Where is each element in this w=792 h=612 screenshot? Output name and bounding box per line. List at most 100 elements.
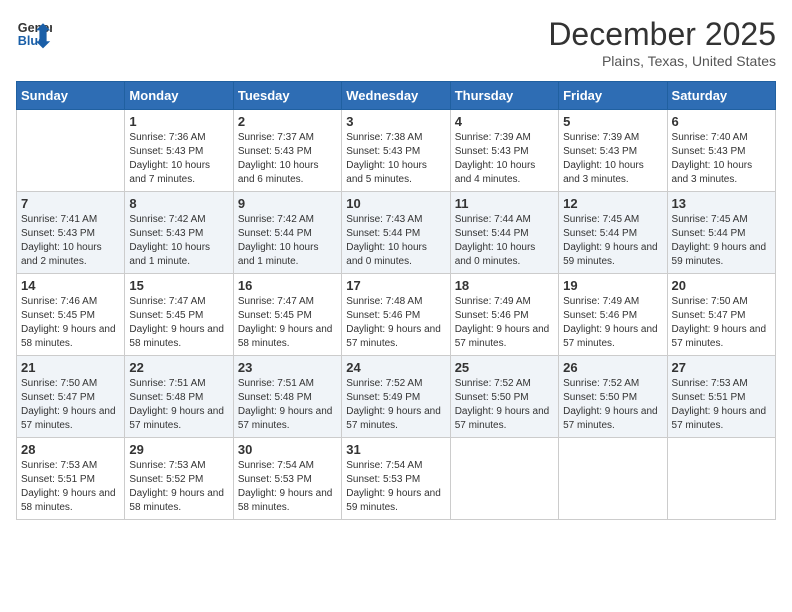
day-number: 7 [21,196,120,211]
calendar-cell: 25 Sunrise: 7:52 AMSunset: 5:50 PMDayligh… [450,356,558,438]
cell-info: Sunrise: 7:45 AMSunset: 5:44 PMDaylight:… [672,213,771,269]
cell-info: Sunrise: 7:36 AMSunset: 5:43 PMDaylight:… [129,131,228,187]
calendar-cell: 4 Sunrise: 7:39 AMSunset: 5:43 PMDaylight… [450,110,558,192]
cell-info: Sunrise: 7:50 AMSunset: 5:47 PMDaylight:… [672,295,771,351]
calendar-cell: 6 Sunrise: 7:40 AMSunset: 5:43 PMDaylight… [667,110,775,192]
cell-info: Sunrise: 7:49 AMSunset: 5:46 PMDaylight:… [563,295,662,351]
cell-info: Sunrise: 7:54 AMSunset: 5:53 PMDaylight:… [346,459,445,515]
calendar-cell: 21Sunrise: 7:50 AMSunset: 5:47 PMDayligh… [17,356,125,438]
calendar-cell [450,438,558,520]
day-header-tuesday: Tuesday [233,82,341,110]
day-number: 16 [238,278,337,293]
day-number: 1 [129,114,228,129]
logo-icon: General Blue [16,16,52,52]
cell-info: Sunrise: 7:52 AMSunset: 5:50 PMDaylight:… [455,377,554,433]
calendar-cell: 12 Sunrise: 7:45 AMSunset: 5:44 PMDayligh… [559,192,667,274]
cell-info: Sunrise: 7:45 AMSunset: 5:44 PMDaylight:… [563,213,662,269]
title-area: December 2025 Plains, Texas, United Stat… [548,16,776,69]
cell-info: Sunrise: 7:39 AMSunset: 5:43 PMDaylight:… [563,131,662,187]
cell-info: Sunrise: 7:47 AMSunset: 5:45 PMDaylight:… [238,295,337,351]
day-number: 25 [455,360,554,375]
day-number: 31 [346,442,445,457]
day-header-friday: Friday [559,82,667,110]
calendar-cell: 20Sunrise: 7:50 AMSunset: 5:47 PMDayligh… [667,274,775,356]
calendar-cell: 15 Sunrise: 7:47 AMSunset: 5:45 PMDayligh… [125,274,233,356]
calendar-cell: 24 Sunrise: 7:52 AMSunset: 5:49 PMDayligh… [342,356,450,438]
calendar-cell: 16 Sunrise: 7:47 AMSunset: 5:45 PMDayligh… [233,274,341,356]
day-number: 5 [563,114,662,129]
calendar-cell: 8 Sunrise: 7:42 AMSunset: 5:43 PMDaylight… [125,192,233,274]
cell-info: Sunrise: 7:41 AMSunset: 5:43 PMDaylight:… [21,213,120,269]
calendar-week-2: 7 Sunrise: 7:41 AMSunset: 5:43 PMDaylight… [17,192,776,274]
cell-info: Sunrise: 7:52 AMSunset: 5:50 PMDaylight:… [563,377,662,433]
day-number: 21 [21,360,120,375]
calendar-cell [559,438,667,520]
day-number: 22 [129,360,228,375]
calendar-cell: 22Sunrise: 7:51 AMSunset: 5:48 PMDayligh… [125,356,233,438]
calendar-cell: 3 Sunrise: 7:38 AMSunset: 5:43 PMDaylight… [342,110,450,192]
day-header-monday: Monday [125,82,233,110]
calendar-cell: 10 Sunrise: 7:43 AMSunset: 5:44 PMDayligh… [342,192,450,274]
day-number: 15 [129,278,228,293]
day-number: 11 [455,196,554,211]
day-number: 12 [563,196,662,211]
logo: General Blue [16,16,52,52]
calendar-cell: 9 Sunrise: 7:42 AMSunset: 5:44 PMDaylight… [233,192,341,274]
day-number: 30 [238,442,337,457]
day-number: 10 [346,196,445,211]
day-number: 27 [672,360,771,375]
day-number: 6 [672,114,771,129]
day-header-sunday: Sunday [17,82,125,110]
cell-info: Sunrise: 7:53 AMSunset: 5:52 PMDaylight:… [129,459,228,515]
cell-info: Sunrise: 7:53 AMSunset: 5:51 PMDaylight:… [672,377,771,433]
calendar-cell: 23Sunrise: 7:51 AMSunset: 5:48 PMDayligh… [233,356,341,438]
day-number: 24 [346,360,445,375]
calendar-header-row: SundayMondayTuesdayWednesdayThursdayFrid… [17,82,776,110]
cell-info: Sunrise: 7:42 AMSunset: 5:44 PMDaylight:… [238,213,337,269]
cell-info: Sunrise: 7:53 AMSunset: 5:51 PMDaylight:… [21,459,120,515]
calendar-cell: 14 Sunrise: 7:46 AMSunset: 5:45 PMDayligh… [17,274,125,356]
cell-info: Sunrise: 7:44 AMSunset: 5:44 PMDaylight:… [455,213,554,269]
day-header-wednesday: Wednesday [342,82,450,110]
day-number: 28 [21,442,120,457]
day-number: 29 [129,442,228,457]
calendar-cell: 29 Sunrise: 7:53 AMSunset: 5:52 PMDayligh… [125,438,233,520]
location-subtitle: Plains, Texas, United States [548,53,776,69]
day-number: 9 [238,196,337,211]
calendar-cell [17,110,125,192]
calendar-cell: 17 Sunrise: 7:48 AMSunset: 5:46 PMDayligh… [342,274,450,356]
header: General Blue December 2025 Plains, Texas… [16,16,776,69]
calendar-cell: 30 Sunrise: 7:54 AMSunset: 5:53 PMDayligh… [233,438,341,520]
day-header-thursday: Thursday [450,82,558,110]
calendar-week-5: 28 Sunrise: 7:53 AMSunset: 5:51 PMDayligh… [17,438,776,520]
calendar-week-4: 21Sunrise: 7:50 AMSunset: 5:47 PMDayligh… [17,356,776,438]
day-number: 2 [238,114,337,129]
cell-info: Sunrise: 7:37 AMSunset: 5:43 PMDaylight:… [238,131,337,187]
cell-info: Sunrise: 7:40 AMSunset: 5:43 PMDaylight:… [672,131,771,187]
day-number: 3 [346,114,445,129]
day-header-saturday: Saturday [667,82,775,110]
day-number: 14 [21,278,120,293]
day-number: 4 [455,114,554,129]
calendar-cell: 11 Sunrise: 7:44 AMSunset: 5:44 PMDayligh… [450,192,558,274]
day-number: 19 [563,278,662,293]
month-title: December 2025 [548,16,776,53]
calendar-cell: 7 Sunrise: 7:41 AMSunset: 5:43 PMDaylight… [17,192,125,274]
day-number: 26 [563,360,662,375]
cell-info: Sunrise: 7:52 AMSunset: 5:49 PMDaylight:… [346,377,445,433]
cell-info: Sunrise: 7:38 AMSunset: 5:43 PMDaylight:… [346,131,445,187]
calendar-cell: 26 Sunrise: 7:52 AMSunset: 5:50 PMDayligh… [559,356,667,438]
cell-info: Sunrise: 7:39 AMSunset: 5:43 PMDaylight:… [455,131,554,187]
day-number: 8 [129,196,228,211]
cell-info: Sunrise: 7:48 AMSunset: 5:46 PMDaylight:… [346,295,445,351]
cell-info: Sunrise: 7:46 AMSunset: 5:45 PMDaylight:… [21,295,120,351]
day-number: 17 [346,278,445,293]
calendar-cell: 2 Sunrise: 7:37 AMSunset: 5:43 PMDaylight… [233,110,341,192]
day-number: 13 [672,196,771,211]
cell-info: Sunrise: 7:47 AMSunset: 5:45 PMDaylight:… [129,295,228,351]
calendar-cell: 18Sunrise: 7:49 AMSunset: 5:46 PMDayligh… [450,274,558,356]
cell-info: Sunrise: 7:43 AMSunset: 5:44 PMDaylight:… [346,213,445,269]
cell-info: Sunrise: 7:42 AMSunset: 5:43 PMDaylight:… [129,213,228,269]
cell-info: Sunrise: 7:49 AMSunset: 5:46 PMDaylight:… [455,295,554,351]
cell-info: Sunrise: 7:54 AMSunset: 5:53 PMDaylight:… [238,459,337,515]
